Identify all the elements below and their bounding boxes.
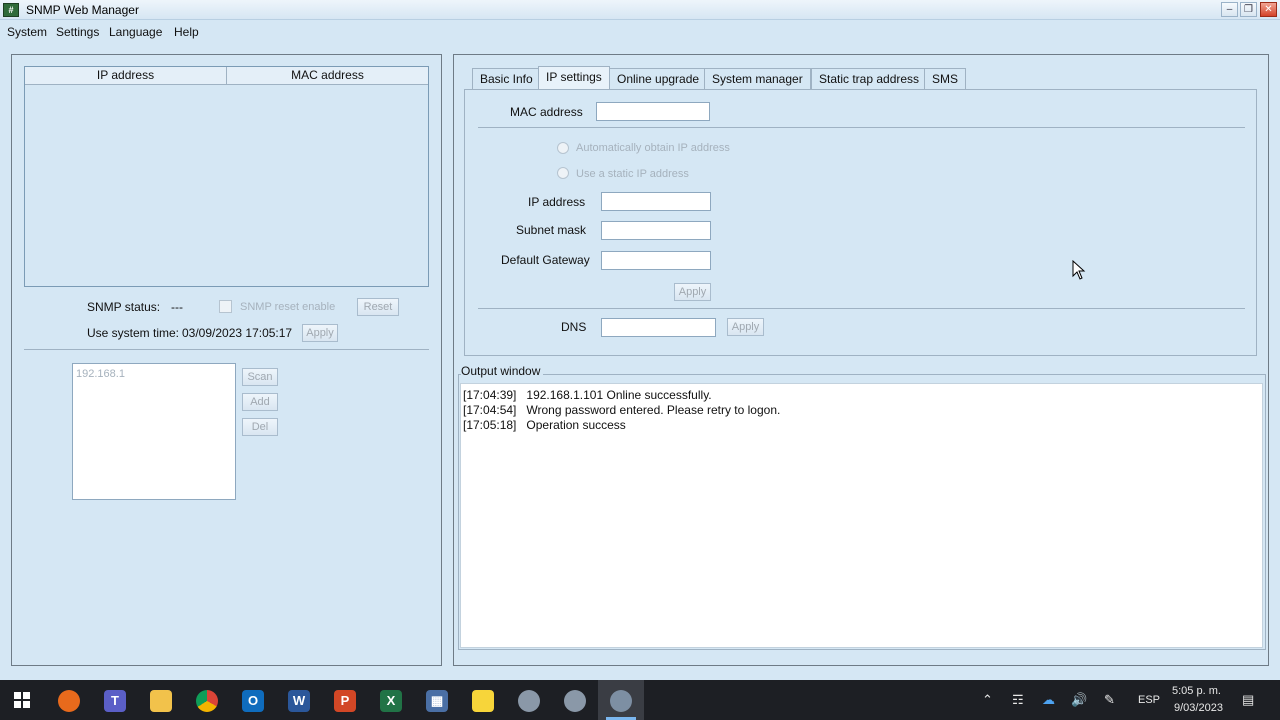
menu-bar: System Settings Language Help: [0, 21, 1280, 43]
device-list[interactable]: IP address MAC address: [24, 66, 429, 287]
auto-ip-radio[interactable]: [557, 142, 569, 154]
add-button[interactable]: Add: [242, 393, 278, 411]
system-time-value: 03/09/2023 17:05:17: [182, 326, 293, 340]
static-ip-label: Use a static IP address: [576, 168, 689, 180]
dns-apply-button[interactable]: Apply: [727, 318, 764, 336]
dns-label: DNS: [561, 320, 587, 334]
firefox-icon[interactable]: [58, 690, 80, 712]
column-header-mac[interactable]: MAC address: [227, 67, 428, 85]
excel-icon[interactable]: X: [380, 690, 402, 712]
minimize-button[interactable]: –: [1221, 2, 1238, 17]
teams-icon[interactable]: T: [104, 690, 126, 712]
ip-range-item[interactable]: 192.168.1: [76, 368, 125, 380]
menu-system[interactable]: System: [7, 25, 47, 39]
menu-settings[interactable]: Settings: [56, 25, 99, 39]
clock-date[interactable]: 9/03/2023: [1174, 702, 1223, 714]
scan-button[interactable]: Scan: [242, 368, 278, 386]
window-title: SNMP Web Manager: [26, 3, 139, 17]
close-button[interactable]: ✕: [1260, 2, 1277, 17]
reset-button[interactable]: Reset: [357, 298, 399, 316]
log-message: Operation success: [526, 418, 626, 432]
mac-address-label: MAC address: [510, 105, 583, 119]
static-ip-radio[interactable]: [557, 167, 569, 179]
ip-address-field[interactable]: [601, 192, 711, 211]
app-icon-1[interactable]: [518, 690, 540, 712]
onedrive-icon[interactable]: ☁: [1042, 692, 1055, 708]
default-gateway-label: Default Gateway: [501, 253, 590, 267]
tab-static-trap-address[interactable]: Static trap address: [811, 68, 928, 89]
tab-basic-info[interactable]: Basic Info: [472, 68, 541, 89]
snmp-reset-enable-checkbox[interactable]: [219, 300, 232, 313]
tab-ip-settings[interactable]: IP settings: [538, 66, 610, 89]
log-line: [17:04:39] 192.168.1.101 Online successf…: [463, 388, 712, 402]
chevron-up-icon[interactable]: ⌃: [982, 692, 993, 708]
calculator-icon[interactable]: ▦: [426, 690, 448, 712]
divider: [24, 349, 429, 350]
ip-address-label: IP address: [528, 195, 586, 209]
log-line: [17:05:18] Operation success: [463, 418, 626, 432]
ip-settings-panel: MAC address Automatically obtain IP addr…: [464, 89, 1257, 356]
log-message: 192.168.1.101 Online successfully.: [526, 388, 712, 402]
ip-range-list[interactable]: 192.168.1: [72, 363, 236, 500]
volume-icon[interactable]: 🔊: [1071, 692, 1087, 708]
title-bar: # SNMP Web Manager – ❐ ✕: [0, 0, 1280, 20]
dns-field[interactable]: [601, 318, 716, 337]
output-log[interactable]: [17:04:39] 192.168.1.101 Online successf…: [460, 383, 1263, 648]
wifi-icon[interactable]: ☶: [1012, 692, 1024, 708]
snmp-reset-enable-label: SNMP reset enable: [240, 301, 336, 313]
divider: [478, 127, 1245, 128]
system-time-apply-button[interactable]: Apply: [302, 324, 338, 342]
log-line: [17:04:54] Wrong password entered. Pleas…: [463, 403, 780, 417]
sticky-notes-icon[interactable]: [472, 690, 494, 712]
app-icon: #: [3, 3, 19, 17]
left-panel: IP address MAC address SNMP status: --- …: [11, 54, 442, 666]
tab-sms[interactable]: SMS: [924, 68, 967, 89]
mac-address-field[interactable]: [596, 102, 710, 121]
snmp-manager-icon[interactable]: [610, 690, 632, 712]
ip-apply-button[interactable]: Apply: [674, 283, 711, 301]
subnet-mask-label: Subnet mask: [516, 223, 587, 237]
word-icon[interactable]: W: [288, 690, 310, 712]
powerpoint-icon[interactable]: P: [334, 690, 356, 712]
language-indicator[interactable]: ESP: [1138, 694, 1160, 706]
log-time: [17:04:39]: [463, 388, 517, 402]
del-button[interactable]: Del: [242, 418, 278, 436]
tab-online-upgrade[interactable]: Online upgrade: [609, 68, 708, 89]
outlook-icon[interactable]: O: [242, 690, 264, 712]
snmp-status-label: SNMP status:: [87, 300, 161, 314]
auto-ip-label: Automatically obtain IP address: [576, 142, 730, 154]
output-window-title: Output window: [461, 364, 544, 378]
log-time: [17:04:54]: [463, 403, 517, 417]
taskbar: T O W P X ▦ ⌃ ☶ ☁ 🔊 ✎ ESP 5:05 p. m. 9/0…: [0, 680, 1280, 720]
system-time-label: Use system time:: [87, 326, 180, 340]
mouse-cursor-icon: [1072, 260, 1086, 280]
pen-icon[interactable]: ✎: [1104, 692, 1115, 708]
log-message: Wrong password entered. Please retry to …: [526, 403, 781, 417]
divider: [478, 308, 1245, 309]
maximize-button[interactable]: ❐: [1240, 2, 1257, 17]
log-time: [17:05:18]: [463, 418, 517, 432]
file-explorer-icon[interactable]: [150, 690, 172, 712]
default-gateway-field[interactable]: [601, 251, 711, 270]
clock-time[interactable]: 5:05 p. m.: [1172, 685, 1221, 697]
app-icon-2[interactable]: [564, 690, 586, 712]
tab-system-manager[interactable]: System manager: [704, 68, 811, 89]
column-header-ip[interactable]: IP address: [25, 67, 227, 85]
notification-icon[interactable]: ▤: [1242, 692, 1254, 708]
subnet-mask-field[interactable]: [601, 221, 711, 240]
snmp-status-value: ---: [171, 300, 183, 314]
start-icon[interactable]: [14, 692, 30, 708]
menu-language[interactable]: Language: [109, 25, 162, 39]
menu-help[interactable]: Help: [174, 25, 199, 39]
chrome-icon[interactable]: [196, 690, 218, 712]
